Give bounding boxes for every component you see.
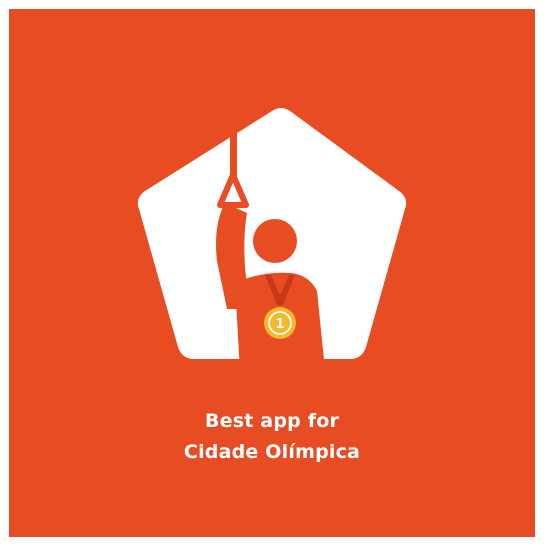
medal-number: 1 — [275, 317, 284, 332]
tagline-line2: Cidade Olímpica — [183, 441, 361, 463]
head-icon — [253, 219, 297, 263]
tagline-line1: Best app for — [204, 410, 340, 432]
promo-banner: 1 Best app for Cidade Olímpica — [9, 9, 535, 537]
gold-medal-icon: 1 — [264, 307, 296, 339]
strap-icon — [230, 131, 237, 177]
